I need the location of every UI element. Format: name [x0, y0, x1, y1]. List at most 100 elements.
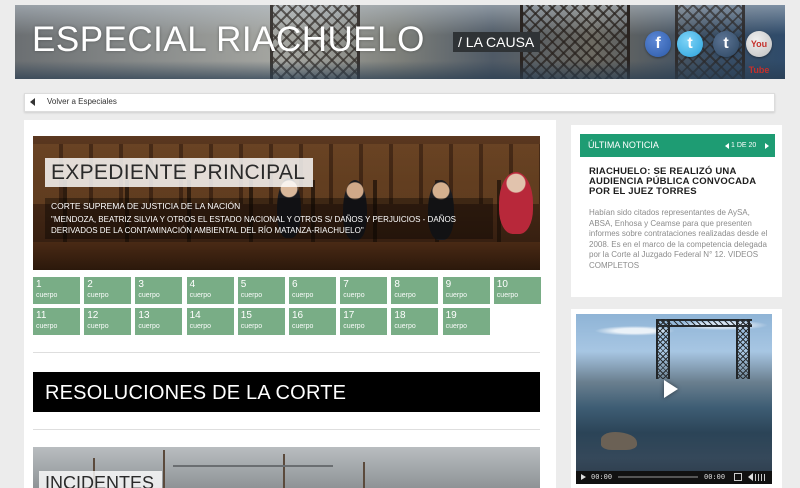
- cuerpo-label: cuerpo: [189, 323, 211, 330]
- cuerpo-link[interactable]: 7 cuerpo: [340, 277, 388, 304]
- facebook-icon[interactable]: f: [645, 31, 671, 57]
- cuerpo-number: 15: [240, 310, 252, 321]
- back-link[interactable]: Volver a Especiales: [47, 97, 117, 106]
- chevron-right-icon[interactable]: [765, 143, 769, 149]
- cuerpo-number: 1: [36, 279, 42, 290]
- incidentes-title[interactable]: INCIDENTES: [45, 473, 154, 488]
- cuerpo-label: cuerpo: [240, 323, 263, 330]
- cuerpo-link[interactable]: 10 cuerpo: [493, 277, 541, 304]
- cuerpo-label: cuerpo: [138, 323, 160, 330]
- chevron-left-icon[interactable]: [725, 143, 729, 149]
- cuerpo-link[interactable]: 18 cuerpo: [391, 308, 439, 335]
- resoluciones-title[interactable]: RESOLUCIONES DE LA CORTE: [45, 382, 346, 405]
- divider: [33, 352, 540, 353]
- cuerpo-label: cuerpo: [343, 323, 365, 330]
- hero-judge: [499, 172, 533, 234]
- hero-description: CORTE SUPREMA DE JUSTICIA DE LA NACIÓN "…: [45, 198, 493, 239]
- cuerpo-link[interactable]: 19 cuerpo: [442, 308, 490, 335]
- cuerpo-link[interactable]: 5 cuerpo: [237, 277, 285, 304]
- incid-crane: [363, 462, 365, 488]
- section-tag: / LA CAUSA: [453, 32, 541, 52]
- video-bridge-tower: [736, 319, 750, 379]
- time-total: 00:00: [704, 473, 726, 481]
- cuerpo-link[interactable]: 6 cuerpo: [289, 277, 336, 304]
- news-title[interactable]: RIACHUELO: SE REALIZÓ UNA AUDIENCIA PÚBL…: [589, 167, 769, 197]
- cuerpo-label: cuerpo: [138, 292, 160, 299]
- divider: [33, 429, 540, 430]
- cuerpo-link[interactable]: 14 cuerpo: [186, 308, 234, 335]
- cuerpo-number: 17: [343, 310, 355, 321]
- cuerpo-link[interactable]: 3 cuerpo: [135, 277, 183, 304]
- incid-crane: [283, 454, 285, 488]
- cuerpo-number: 3: [138, 279, 144, 290]
- video-panel: 00:00 00:00: [571, 309, 782, 488]
- latest-news-panel: ÚLTIMA NOTICIA 1 DE 20 RIACHUELO: SE REA…: [571, 125, 782, 297]
- incidentes-banner[interactable]: INCIDENTES: [33, 447, 540, 488]
- cuerpo-number: 18: [394, 310, 406, 321]
- cuerpo-label: cuerpo: [445, 323, 467, 330]
- cuerpo-number: 5: [240, 279, 247, 290]
- news-header: ÚLTIMA NOTICIA 1 DE 20: [580, 134, 775, 157]
- play-icon[interactable]: [664, 380, 678, 398]
- cuerpo-link[interactable]: 8 cuerpo: [391, 277, 439, 304]
- cuerpo-link[interactable]: 1 cuerpo: [33, 277, 80, 304]
- cuerpo-link[interactable]: 15 cuerpo: [237, 308, 285, 335]
- incid-deck: [173, 465, 333, 467]
- play-small-icon[interactable]: [581, 474, 586, 480]
- resoluciones-banner[interactable]: RESOLUCIONES DE LA CORTE: [33, 372, 540, 412]
- youtube-icon[interactable]: You Tube: [746, 31, 772, 75]
- cuerpo-link[interactable]: 9 cuerpo: [442, 277, 490, 304]
- cuerpo-link[interactable]: 4 cuerpo: [186, 277, 234, 304]
- seek-bar[interactable]: [618, 476, 698, 478]
- news-header-label: ÚLTIMA NOTICIA: [588, 140, 659, 150]
- incid-crane: [163, 450, 165, 488]
- news-pager: 1 DE 20: [725, 142, 769, 151]
- hero-bench: [33, 242, 540, 270]
- back-nav-bar[interactable]: Volver a Especiales: [24, 93, 775, 112]
- cuerpo-link[interactable]: 16 cuerpo: [289, 308, 336, 335]
- cuerpo-label: cuerpo: [87, 292, 109, 299]
- cuerpo-number: 4: [189, 279, 196, 290]
- cuerpo-link[interactable]: 17 cuerpo: [340, 308, 388, 335]
- back-arrow-icon[interactable]: [30, 98, 35, 106]
- cuerpo-label: cuerpo: [87, 323, 109, 330]
- cuerpo-link[interactable]: 12 cuerpo: [84, 308, 132, 335]
- cuerpo-link[interactable]: 2 cuerpo: [84, 277, 132, 304]
- cuerpo-label: cuerpo: [36, 292, 58, 299]
- cuerpo-label: cuerpo: [189, 292, 211, 299]
- cuerpo-number: 16: [292, 310, 304, 321]
- time-current: 00:00: [591, 473, 613, 481]
- cuerpo-number: 6: [292, 279, 298, 290]
- cuerpo-label: cuerpo: [394, 292, 416, 299]
- cuerpo-link[interactable]: 13 cuerpo: [135, 308, 183, 335]
- pager-text: 1 DE 20: [731, 142, 757, 149]
- cuerpo-number: 2: [87, 279, 93, 290]
- cuerpo-link[interactable]: 11 cuerpo: [33, 308, 80, 335]
- twitter-icon[interactable]: t: [677, 31, 703, 57]
- site-header: ESPECIAL RIACHUELO / LA CAUSA f t t You …: [15, 5, 785, 79]
- cuerpo-number: 9: [445, 279, 452, 290]
- tumblr-icon[interactable]: t: [713, 31, 739, 57]
- incidentes-title-box: INCIDENTES: [39, 471, 163, 488]
- video-bridge-tower: [656, 319, 670, 379]
- cuerpo-label: cuerpo: [292, 292, 314, 299]
- hero-title-box: EXPEDIENTE PRINCIPAL: [45, 158, 314, 187]
- video-rock: [601, 432, 637, 450]
- cuerpo-label: cuerpo: [292, 323, 314, 330]
- header-water: [15, 61, 785, 79]
- hero-title[interactable]: EXPEDIENTE PRINCIPAL: [51, 161, 305, 184]
- cuerpo-number: 7: [343, 279, 349, 290]
- cuerpo-label: cuerpo: [496, 292, 519, 299]
- hero-case: "MENDOZA, BEATRIZ SILVIA Y OTROS EL ESTA…: [51, 215, 457, 235]
- volume-icon[interactable]: [748, 473, 753, 481]
- cuerpo-label: cuerpo: [36, 323, 58, 330]
- expediente-hero[interactable]: EXPEDIENTE PRINCIPAL CORTE SUPREMA DE JU…: [33, 136, 540, 270]
- fullscreen-icon[interactable]: [734, 473, 742, 481]
- volume-slider[interactable]: [755, 474, 767, 481]
- cuerpo-number: 8: [394, 279, 400, 290]
- site-title[interactable]: ESPECIAL RIACHUELO: [32, 20, 425, 60]
- cuerpo-number: 13: [138, 310, 150, 321]
- cuerpo-label: cuerpo: [394, 323, 416, 330]
- video-player[interactable]: 00:00 00:00: [576, 314, 772, 484]
- cuerpo-number: 11: [36, 310, 47, 321]
